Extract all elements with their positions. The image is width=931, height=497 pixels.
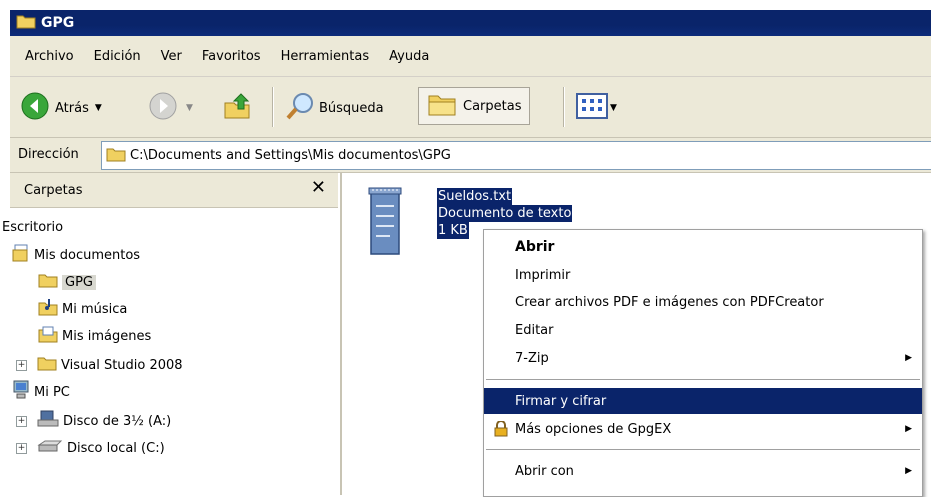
toolbar-separator bbox=[272, 87, 274, 127]
tree-item-label: Disco de 3½ (A:) bbox=[63, 413, 172, 429]
menu-ayuda[interactable]: Ayuda bbox=[389, 49, 429, 64]
menu-item-label: Abrir con bbox=[515, 463, 574, 479]
menu-item-label: Abrir bbox=[515, 239, 555, 255]
floppy-drive-icon bbox=[37, 410, 59, 432]
menu-item-pdfcreator[interactable]: Crear archivos PDF e imágenes con PDFCre… bbox=[484, 289, 922, 315]
menu-item-mas-opciones-gpgex[interactable]: Más opciones de GpgEX ▶ bbox=[484, 416, 922, 442]
menu-separator bbox=[486, 379, 920, 380]
text-file-icon[interactable] bbox=[368, 186, 402, 260]
submenu-arrow-icon: ▶ bbox=[905, 424, 912, 434]
tree-item-gpg[interactable]: GPG bbox=[38, 271, 96, 293]
file-type: Documento de texto bbox=[437, 205, 573, 222]
hard-drive-icon bbox=[37, 439, 63, 457]
back-arrow-icon bbox=[20, 91, 50, 125]
menu-item-label: Imprimir bbox=[515, 267, 571, 283]
menu-item-label: Crear archivos PDF e imágenes con PDFCre… bbox=[515, 294, 824, 310]
up-folder-button[interactable] bbox=[222, 91, 252, 125]
address-label: Dirección bbox=[18, 147, 79, 162]
menu-item-editar[interactable]: Editar bbox=[484, 317, 922, 343]
tree-item-disco-c[interactable]: + Disco local (C:) bbox=[16, 437, 165, 459]
menu-item-label: Firmar y cifrar bbox=[515, 393, 607, 409]
tree-item-label: Escritorio bbox=[2, 219, 64, 235]
folder-icon bbox=[16, 13, 36, 33]
menu-herramientas[interactable]: Herramientas bbox=[281, 49, 370, 64]
folders-pane-header: Carpetas ✕ bbox=[10, 173, 338, 208]
tree-item-mis-imagenes[interactable]: Mis imágenes bbox=[38, 325, 151, 347]
views-button[interactable]: ▼ bbox=[576, 93, 617, 123]
open-folder-icon bbox=[38, 272, 58, 292]
menu-item-7zip[interactable]: 7-Zip ▶ bbox=[484, 345, 922, 371]
folders-pane-title: Carpetas bbox=[24, 182, 83, 198]
lock-icon bbox=[494, 420, 508, 441]
submenu-arrow-icon: ▶ bbox=[905, 353, 912, 363]
tree-item-disco-a[interactable]: + Disco de 3½ (A:) bbox=[16, 410, 171, 432]
close-icon[interactable]: ✕ bbox=[311, 177, 326, 198]
context-menu: Abrir Imprimir Crear archivos PDF e imág… bbox=[483, 229, 923, 497]
menu-favoritos[interactable]: Favoritos bbox=[202, 49, 261, 64]
expand-icon[interactable]: + bbox=[16, 442, 27, 454]
tree-item-label: Visual Studio 2008 bbox=[61, 357, 183, 373]
tree-item-visual-studio-2008[interactable]: + Visual Studio 2008 bbox=[16, 354, 183, 376]
file-name: Sueldos.txt bbox=[437, 188, 513, 205]
tree-item-label: Mi PC bbox=[34, 384, 70, 400]
address-path: C:\Documents and Settings\Mis documentos… bbox=[130, 148, 451, 163]
folders-pane: Carpetas ✕ Escritorio Mis documentos GPG… bbox=[2, 173, 342, 495]
folder-icon bbox=[427, 91, 457, 121]
pictures-folder-icon bbox=[38, 325, 58, 347]
menu-separator bbox=[486, 449, 920, 450]
window-title: GPG bbox=[41, 15, 75, 31]
menu-ver[interactable]: Ver bbox=[161, 49, 182, 64]
expand-icon[interactable]: + bbox=[16, 415, 27, 427]
tree-item-mi-musica[interactable]: Mi música bbox=[38, 298, 127, 320]
folders-button[interactable]: Carpetas bbox=[418, 87, 531, 125]
tree-item-label: Mi música bbox=[62, 301, 128, 317]
tree-item-mis-documentos[interactable]: Mis documentos bbox=[12, 244, 140, 266]
menu-edicion[interactable]: Edición bbox=[94, 49, 141, 64]
tree-item-label: GPG bbox=[62, 274, 96, 290]
tree-item-escritorio[interactable]: Escritorio bbox=[2, 216, 63, 238]
file-size: 1 KB bbox=[437, 222, 469, 239]
menu-item-label: Editar bbox=[515, 322, 554, 338]
folders-label: Carpetas bbox=[463, 98, 522, 114]
menu-item-firmar-cifrar[interactable]: Firmar y cifrar bbox=[484, 388, 922, 414]
tree-item-mi-pc[interactable]: Mi PC bbox=[12, 380, 70, 404]
submenu-arrow-icon: ▶ bbox=[905, 466, 912, 476]
search-icon bbox=[284, 91, 316, 125]
title-bar: GPG bbox=[10, 10, 931, 36]
tree-item-label: Disco local (C:) bbox=[67, 440, 165, 456]
menu-item-imprimir[interactable]: Imprimir bbox=[484, 262, 922, 288]
forward-button[interactable]: ▼ bbox=[148, 91, 193, 125]
search-label: Búsqueda bbox=[319, 100, 384, 116]
menu-item-label: Más opciones de GpgEX bbox=[515, 421, 672, 437]
toolbar-separator bbox=[563, 87, 565, 127]
forward-arrow-icon bbox=[148, 91, 178, 125]
menu-item-label: 7-Zip bbox=[515, 350, 549, 366]
back-label: Atrás bbox=[55, 100, 89, 116]
back-dropdown-icon[interactable]: ▼ bbox=[95, 103, 102, 113]
up-folder-icon bbox=[222, 91, 252, 125]
forward-dropdown-icon[interactable]: ▼ bbox=[186, 103, 193, 113]
address-bar: Dirección C:\Documents and Settings\Mis … bbox=[10, 138, 931, 173]
menu-item-abrir[interactable]: Abrir bbox=[484, 234, 922, 260]
folder-icon bbox=[106, 146, 126, 166]
views-dropdown-icon[interactable]: ▼ bbox=[610, 103, 617, 113]
folder-icon bbox=[37, 355, 57, 375]
search-button[interactable]: Búsqueda bbox=[284, 91, 384, 125]
address-input[interactable]: C:\Documents and Settings\Mis documentos… bbox=[101, 141, 931, 170]
tree-item-label: Mis imágenes bbox=[62, 328, 152, 344]
toolbar: Atrás ▼ ▼ Búsqueda Carpetas ▼ bbox=[10, 77, 931, 138]
music-folder-icon bbox=[38, 298, 58, 320]
menu-bar: Archivo Edición Ver Favoritos Herramient… bbox=[10, 36, 931, 77]
tree-item-label: Mis documentos bbox=[34, 247, 141, 263]
back-button[interactable]: Atrás ▼ bbox=[20, 91, 102, 125]
expand-icon[interactable]: + bbox=[16, 359, 27, 371]
views-grid-icon bbox=[576, 93, 608, 123]
menu-archivo[interactable]: Archivo bbox=[25, 49, 74, 64]
documents-folder-icon bbox=[12, 244, 30, 266]
menu-item-abrir-con[interactable]: Abrir con ▶ bbox=[484, 458, 922, 484]
computer-icon bbox=[12, 380, 30, 404]
